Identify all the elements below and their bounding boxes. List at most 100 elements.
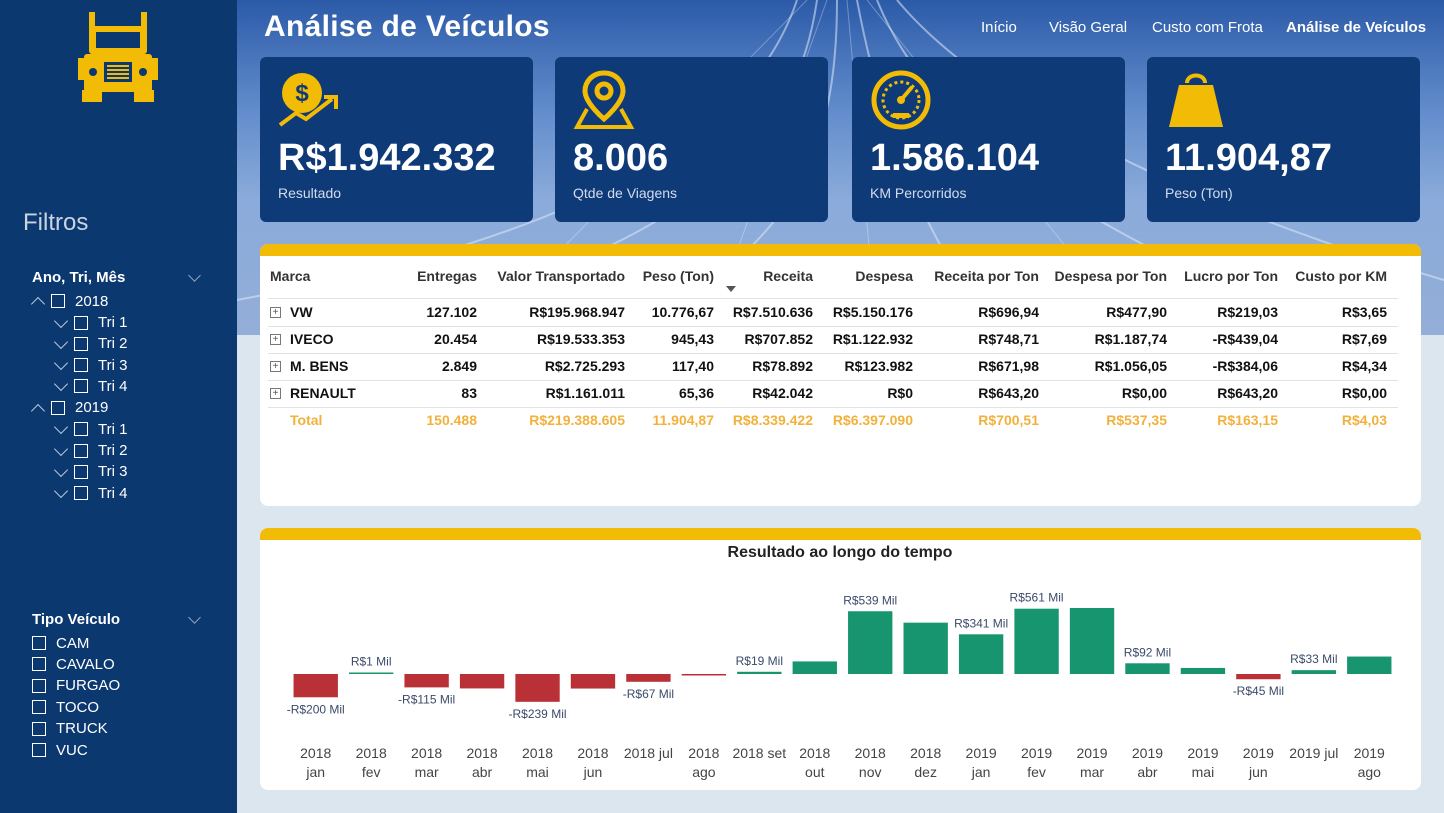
data-label: R$539 Mil bbox=[843, 593, 897, 607]
chart-bar[interactable] bbox=[626, 674, 671, 682]
nav-inicio[interactable]: Início bbox=[981, 19, 1017, 36]
chart-bar[interactable] bbox=[348, 672, 394, 675]
chevron-down-icon[interactable] bbox=[53, 441, 69, 456]
total-cell: R$219.388.605 bbox=[529, 412, 625, 428]
chart-bar[interactable] bbox=[1180, 667, 1226, 674]
checkbox[interactable] bbox=[74, 422, 88, 437]
chevron-down-icon[interactable] bbox=[53, 484, 69, 499]
date-tree-year[interactable]: 2019 bbox=[30, 398, 108, 418]
vehicle-type-option[interactable]: TOCO bbox=[32, 697, 99, 717]
expand-row-icon[interactable]: + bbox=[270, 307, 281, 318]
checkbox[interactable] bbox=[74, 464, 88, 479]
chevron-down-icon[interactable] bbox=[53, 313, 69, 328]
date-tree-quarter[interactable]: Tri 4 bbox=[53, 376, 127, 396]
checkbox[interactable] bbox=[74, 443, 88, 458]
chart-bar[interactable] bbox=[1014, 608, 1059, 674]
x-tick-label: mai bbox=[526, 764, 549, 780]
checkbox[interactable] bbox=[74, 379, 88, 394]
chevron-down-icon[interactable] bbox=[53, 356, 69, 371]
checkbox[interactable] bbox=[32, 636, 46, 650]
vehicle-type-option[interactable]: VUC bbox=[32, 740, 88, 760]
checkbox[interactable] bbox=[32, 657, 46, 672]
column-header[interactable]: Marca bbox=[270, 268, 310, 284]
chart-bar[interactable] bbox=[404, 674, 449, 688]
column-header[interactable]: Valor Transportado bbox=[497, 268, 625, 284]
chart-bar[interactable] bbox=[1236, 674, 1281, 680]
checkbox[interactable] bbox=[32, 721, 46, 736]
chart-bar[interactable] bbox=[1347, 656, 1392, 674]
date-tree-quarter[interactable]: Tri 4 bbox=[53, 483, 127, 503]
brand-name: IVECO bbox=[290, 331, 334, 347]
speedometer-icon bbox=[871, 70, 931, 130]
table-cell: 83 bbox=[461, 385, 477, 401]
column-header[interactable]: Lucro por Ton bbox=[1184, 268, 1278, 284]
vehicle-type-option[interactable]: CAM bbox=[32, 633, 89, 653]
chevron-down-icon[interactable] bbox=[53, 462, 69, 477]
chart-bar[interactable] bbox=[459, 674, 505, 689]
x-tick-label: 2019 bbox=[1132, 745, 1163, 761]
data-label: R$19 Mil bbox=[736, 654, 783, 668]
column-header[interactable]: Receita bbox=[763, 268, 813, 284]
column-header[interactable]: Peso (Ton) bbox=[643, 268, 714, 284]
vehicle-type-option[interactable]: FURGAO bbox=[32, 676, 120, 696]
column-header[interactable]: Receita por Ton bbox=[934, 268, 1039, 284]
expand-row-icon[interactable]: + bbox=[270, 388, 281, 399]
checkbox[interactable] bbox=[32, 678, 46, 693]
kpi-label: KM Percorridos bbox=[870, 185, 967, 201]
x-tick-label: 2019 bbox=[1021, 745, 1052, 761]
chevron-up-icon[interactable] bbox=[30, 403, 46, 418]
chart-bar[interactable] bbox=[1291, 670, 1337, 674]
checkbox[interactable] bbox=[74, 486, 88, 501]
checkbox[interactable] bbox=[32, 700, 46, 715]
chart-bar[interactable] bbox=[570, 674, 616, 689]
date-tree-quarter[interactable]: Tri 2 bbox=[53, 334, 127, 354]
chart-bar[interactable] bbox=[737, 671, 782, 674]
checkbox[interactable] bbox=[51, 400, 65, 415]
checkbox[interactable] bbox=[74, 358, 88, 373]
expand-row-icon[interactable]: + bbox=[270, 361, 281, 372]
checkbox[interactable] bbox=[32, 743, 46, 757]
chart-bar[interactable] bbox=[848, 611, 893, 674]
checkbox[interactable] bbox=[51, 294, 65, 308]
column-header[interactable]: Despesa bbox=[855, 268, 913, 284]
date-tree-year[interactable]: 2018 bbox=[30, 291, 108, 312]
vehicle-type-option[interactable]: CAVALO bbox=[32, 654, 115, 674]
nav-analise-de-veiculos[interactable]: Análise de Veículos bbox=[1286, 19, 1426, 36]
column-header[interactable]: Despesa por Ton bbox=[1054, 268, 1167, 284]
data-label: -R$239 Mil bbox=[509, 707, 567, 721]
column-header[interactable]: Entregas bbox=[417, 268, 477, 284]
chart-bar[interactable] bbox=[293, 674, 338, 698]
chart-bar[interactable] bbox=[792, 661, 837, 674]
date-tree-quarter[interactable]: Tri 3 bbox=[53, 355, 127, 375]
checkbox[interactable] bbox=[74, 336, 88, 351]
date-tree-quarter[interactable]: Tri 1 bbox=[53, 419, 127, 439]
column-header[interactable]: Custo por KM bbox=[1295, 268, 1387, 284]
chart-bar[interactable] bbox=[1125, 663, 1170, 674]
date-tree-quarter[interactable]: Tri 2 bbox=[53, 441, 127, 461]
vehicle-slicer-header[interactable]: Tipo Veículo bbox=[32, 611, 201, 628]
chevron-down-icon[interactable] bbox=[188, 269, 201, 282]
chart-bar[interactable] bbox=[903, 622, 948, 674]
vehicle-type-option[interactable]: TRUCK bbox=[32, 719, 108, 739]
expand-row-icon[interactable]: + bbox=[270, 334, 281, 345]
total-cell: R$8.339.422 bbox=[732, 412, 813, 428]
chevron-up-icon[interactable] bbox=[30, 296, 46, 312]
chevron-down-icon[interactable] bbox=[53, 377, 69, 392]
chart-bar[interactable] bbox=[1069, 608, 1115, 674]
chart-bar[interactable] bbox=[958, 634, 1004, 674]
chart-bar[interactable] bbox=[515, 674, 560, 702]
chevron-down-icon[interactable] bbox=[188, 611, 201, 624]
table-cell: R$195.968.947 bbox=[529, 304, 625, 320]
date-tree-quarter[interactable]: Tri 3 bbox=[53, 462, 127, 482]
nav-custo-com-frota[interactable]: Custo com Frota bbox=[1152, 19, 1263, 36]
nav-visao-geral[interactable]: Visão Geral bbox=[1049, 19, 1127, 36]
table-cell: R$707.852 bbox=[744, 331, 813, 347]
x-tick-label: fev bbox=[362, 764, 381, 780]
checkbox[interactable] bbox=[74, 315, 88, 330]
chevron-down-icon[interactable] bbox=[53, 420, 69, 435]
date-tree-quarter[interactable]: Tri 1 bbox=[53, 313, 127, 333]
sort-desc-icon[interactable] bbox=[726, 286, 736, 292]
chevron-down-icon[interactable] bbox=[53, 334, 69, 349]
date-slicer-header[interactable]: Ano, Tri, Mês bbox=[32, 269, 201, 286]
chart-bar[interactable] bbox=[681, 674, 727, 676]
